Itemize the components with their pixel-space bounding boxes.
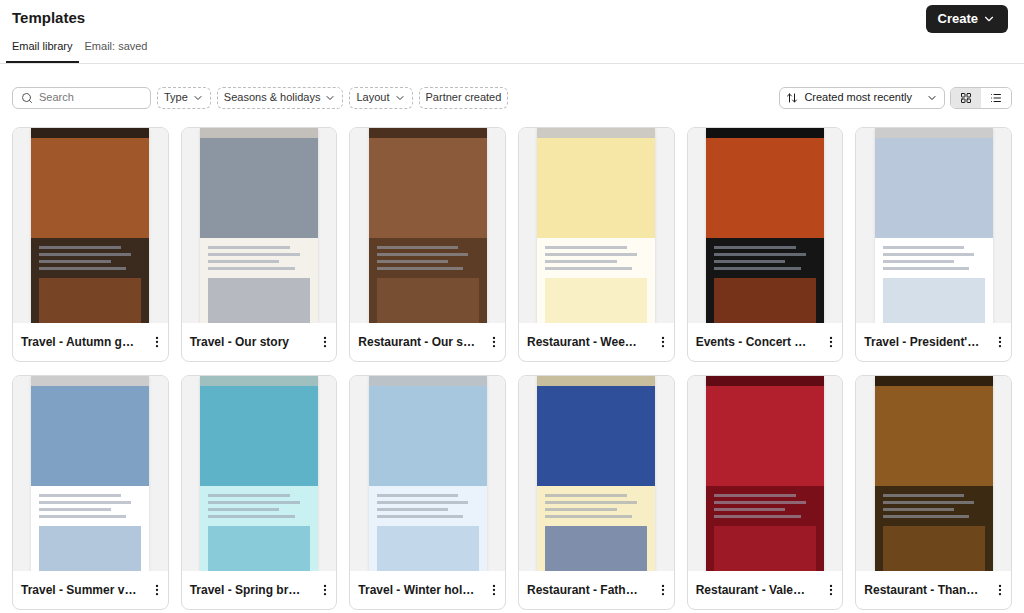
filter-chip[interactable]: Type (157, 87, 211, 109)
template-card[interactable]: Travel - Spring br… (181, 375, 338, 610)
template-preview (519, 128, 674, 323)
template-card[interactable]: Travel - Winter hol… (349, 375, 506, 610)
template-name: Travel - Our story (190, 333, 289, 351)
more-icon[interactable] (487, 583, 501, 597)
tab[interactable]: Email library (6, 38, 79, 63)
template-card[interactable]: Restaurant - Than… (855, 375, 1012, 610)
more-icon[interactable] (318, 583, 332, 597)
chevron-down-icon (394, 92, 406, 104)
template-preview (182, 376, 337, 571)
template-grid: Travel - Autumn g… Travel - Our story Rest… (0, 127, 1024, 610)
more-icon[interactable] (824, 583, 838, 597)
template-name: Restaurant - Than… (864, 581, 978, 599)
template-preview (519, 376, 674, 571)
template-name: Restaurant - Fath… (527, 581, 638, 599)
template-preview (182, 128, 337, 323)
filter-chip[interactable]: Seasons & holidays (217, 87, 344, 109)
template-preview (13, 128, 168, 323)
template-card[interactable]: Travel - Our story (181, 127, 338, 362)
create-button[interactable]: Create (926, 5, 1008, 33)
template-card[interactable]: Events - Concert … (687, 127, 844, 362)
more-icon[interactable] (993, 583, 1007, 597)
preview-image (706, 376, 824, 571)
template-name: Travel - Spring br… (190, 581, 301, 599)
template-name: Restaurant - Our s… (358, 333, 475, 351)
template-card[interactable]: Restaurant - Fath… (518, 375, 675, 610)
sort-select[interactable]: Created most recently (779, 87, 945, 109)
more-icon[interactable] (487, 335, 501, 349)
template-preview (688, 128, 843, 323)
template-preview (856, 128, 1011, 323)
template-name: Travel - Autumn g… (21, 333, 134, 351)
filter-chip[interactable]: Partner created (419, 87, 509, 109)
template-card[interactable]: Restaurant - Our s… (349, 127, 506, 362)
preview-image (706, 128, 824, 323)
template-name: Events - Concert … (696, 333, 807, 351)
template-preview (688, 376, 843, 571)
template-preview (350, 376, 505, 571)
search-icon (21, 92, 33, 104)
preview-image (369, 376, 487, 571)
grid-icon (960, 92, 972, 104)
preview-image (31, 128, 149, 323)
sort-icon (786, 92, 798, 104)
preview-image (875, 128, 993, 323)
view-toggle (950, 87, 1012, 109)
search-field[interactable]: Search (12, 87, 151, 109)
preview-image (200, 376, 318, 571)
preview-image (200, 128, 318, 323)
chevron-down-icon (926, 92, 938, 104)
template-card[interactable]: Travel - Autumn g… (12, 127, 169, 362)
template-name: Restaurant - Vale… (696, 581, 805, 599)
view-button[interactable] (951, 88, 981, 108)
list-icon (990, 92, 1002, 104)
template-card[interactable]: Restaurant - Wee… (518, 127, 675, 362)
template-card[interactable]: Travel - Summer v… (12, 375, 169, 610)
toolbar: Search Type Seasons & holidaysLayout Partne… (0, 86, 1024, 110)
template-card[interactable]: Restaurant - Vale… (687, 375, 844, 610)
view-button[interactable] (981, 88, 1011, 108)
template-name: Travel - President'… (864, 333, 979, 351)
chevron-down-icon (324, 92, 336, 104)
more-icon[interactable] (656, 583, 670, 597)
more-icon[interactable] (824, 335, 838, 349)
more-icon[interactable] (656, 335, 670, 349)
preview-image (369, 128, 487, 323)
preview-image (537, 376, 655, 571)
templates-page: Templates Create Email libraryEmail: saved… (0, 0, 1024, 613)
template-preview (350, 128, 505, 323)
template-name: Restaurant - Wee… (527, 333, 637, 351)
more-icon[interactable] (150, 335, 164, 349)
tab-bar: Email libraryEmail: saved (0, 38, 1024, 64)
preview-image (537, 128, 655, 323)
template-name: Travel - Winter hol… (358, 581, 474, 599)
template-preview (13, 376, 168, 571)
more-icon[interactable] (993, 335, 1007, 349)
tab[interactable]: Email: saved (79, 38, 154, 63)
template-card[interactable]: Travel - President'… (855, 127, 1012, 362)
header: Templates Create (0, 0, 1024, 34)
template-name: Travel - Summer v… (21, 581, 136, 599)
more-icon[interactable] (318, 335, 332, 349)
more-icon[interactable] (150, 583, 164, 597)
chevron-down-icon (982, 12, 996, 26)
chevron-down-icon (192, 92, 204, 104)
preview-image (875, 376, 993, 571)
page-title: Templates (12, 7, 85, 30)
template-preview (856, 376, 1011, 571)
preview-image (31, 376, 149, 571)
filter-chip[interactable]: Layout (349, 87, 412, 109)
